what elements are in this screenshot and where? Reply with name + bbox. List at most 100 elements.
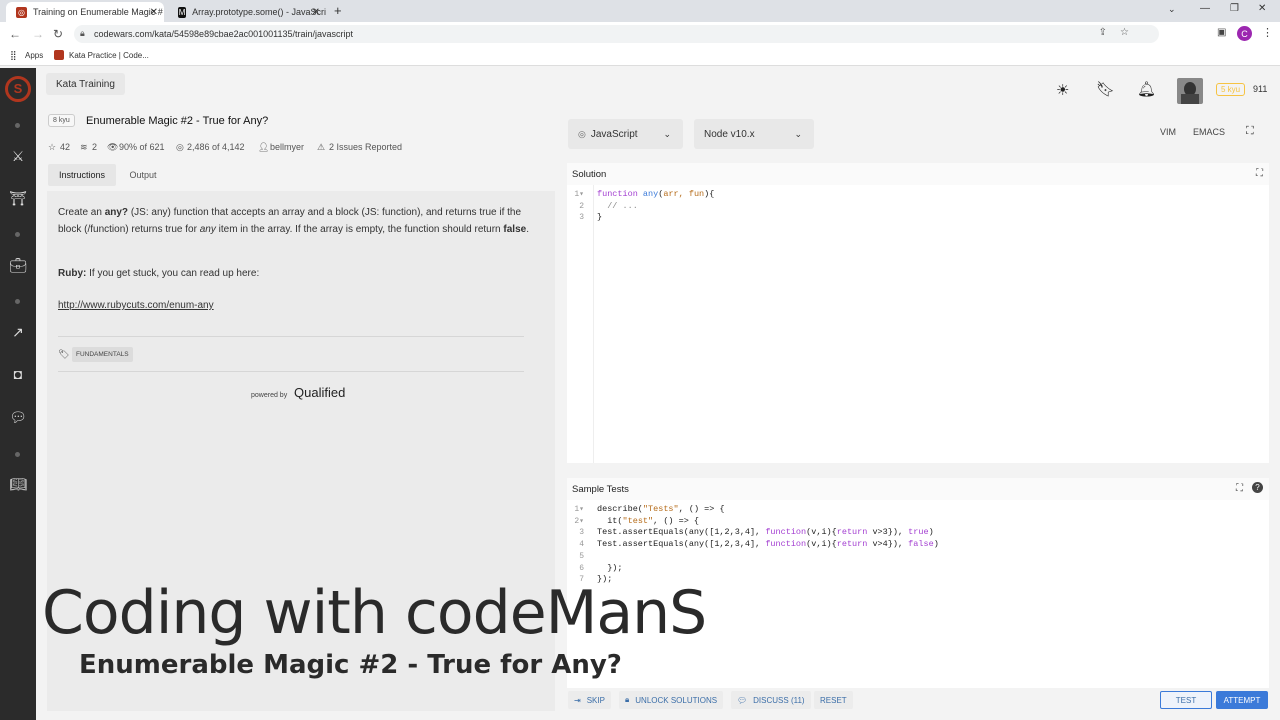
- reload-icon[interactable]: ↻: [53, 27, 63, 41]
- satisfaction-icon: 👁︎: [107, 142, 119, 152]
- description-paragraph: Create an any? (JS: any) function that a…: [58, 204, 540, 238]
- emacs-mode-button[interactable]: EMACS: [1193, 127, 1225, 137]
- tests-code[interactable]: describe("Tests", () => { it("test", () …: [597, 504, 939, 586]
- completed-icon: ◎: [176, 142, 184, 152]
- line-number: 1▾ 2▾ 3 4 5 6 7: [574, 505, 584, 585]
- tag-fundamentals[interactable]: FUNDAMENTALS: [72, 347, 133, 362]
- sample-tests-label: Sample Tests: [572, 484, 629, 495]
- close-window-icon[interactable]: ✕: [1258, 3, 1266, 14]
- sidebar-item-practice-icon[interactable]: ⚔: [0, 148, 36, 165]
- app-header: Kata Training ☀ 🔖︎ 🔔︎ 5 kyu 911: [36, 68, 1280, 112]
- author-link[interactable]: bellmyer: [270, 142, 304, 152]
- help-icon[interactable]: ?: [1252, 482, 1263, 493]
- ruby-paragraph: Ruby: If you get stuck, you can read up …: [58, 268, 259, 279]
- fullscreen-icon[interactable]: ⛶: [1246, 125, 1254, 138]
- solution-code[interactable]: function any(arr, fun){ // ... }: [597, 189, 714, 224]
- bookmark-apps[interactable]: Apps: [25, 51, 43, 60]
- share-icon[interactable]: ⇪: [1099, 27, 1107, 38]
- solution-panel: Solution ⛶ 1▾ 2 3 function any(arr, fun)…: [567, 163, 1269, 463]
- theme-toggle-icon[interactable]: ☀: [1056, 81, 1069, 99]
- desc-text: .: [526, 224, 529, 235]
- qualified-logo[interactable]: Qualified: [294, 385, 345, 400]
- tab-output[interactable]: Output: [116, 164, 170, 186]
- star-icon[interactable]: ☆: [48, 142, 56, 153]
- sidebar-item-leaders-icon[interactable]: ↗: [0, 324, 36, 341]
- language-select[interactable]: ◎ JavaScript ⌄: [568, 119, 683, 149]
- desc-text: Create an: [58, 207, 105, 218]
- sidebar-separator: [15, 123, 20, 128]
- bookmarks-icon[interactable]: 🔖︎: [1096, 80, 1115, 98]
- line-number: 1▾ 2 3: [574, 190, 584, 223]
- codewars-favicon-icon: ◎: [16, 6, 27, 18]
- browser-tab[interactable]: M Array.prototype.some() - JavaScri ✕: [168, 2, 326, 22]
- discuss-label: DISCUSS (11): [753, 695, 805, 705]
- close-tab-icon[interactable]: ✕: [312, 7, 320, 18]
- language-icon: ◎: [578, 128, 586, 139]
- forward-icon[interactable]: →: [32, 27, 44, 41]
- new-tab-icon[interactable]: +: [334, 3, 342, 18]
- discuss-button[interactable]: 💬︎ DISCUSS (11): [731, 691, 811, 709]
- ruby-text: If you get stuck, you can read up here:: [86, 268, 260, 279]
- divider: [58, 336, 524, 337]
- page-title: Kata Training: [46, 73, 125, 95]
- sidebar-item-dojo-icon[interactable]: ⛩: [0, 190, 36, 207]
- divider: [58, 371, 524, 372]
- chevron-down-icon: ⌄: [663, 128, 671, 139]
- skip-label: SKIP: [586, 695, 605, 705]
- desc-code: any?: [104, 207, 129, 218]
- back-icon[interactable]: ←: [9, 27, 21, 41]
- runtime-select[interactable]: Node v10.x ⌄: [694, 119, 814, 149]
- browser-tab-bar: ◎ Training on Enumerable Magic # ✕ M Arr…: [0, 0, 1280, 22]
- sidebar-separator: [15, 452, 20, 457]
- episode-overlay-subtitle: Enumerable Magic #2 - True for Any?: [79, 650, 622, 680]
- completed-count: 2,486 of 4,142: [187, 142, 245, 152]
- restore-icon[interactable]: ❐: [1230, 3, 1239, 14]
- stars-count: 42: [60, 142, 71, 152]
- desc-emphasis: any: [199, 224, 216, 235]
- reset-button[interactable]: RESET: [814, 691, 853, 709]
- solution-editor[interactable]: 1▾ 2 3 function any(arr, fun){ // ... }: [567, 185, 1269, 463]
- reference-link[interactable]: http://www.rubycuts.com/enum-any: [58, 300, 214, 311]
- sidepanel-icon[interactable]: ▣: [1217, 27, 1226, 38]
- notifications-bell-icon[interactable]: 🔔︎: [1137, 80, 1156, 98]
- runtime-value: Node v10.x: [704, 128, 755, 140]
- minimize-icon[interactable]: —: [1200, 3, 1210, 14]
- mdn-favicon-icon: M: [178, 6, 187, 18]
- sidebar-item-docs-icon[interactable]: 📖︎: [0, 476, 36, 493]
- kyu-badge: 8 kyu: [48, 114, 75, 127]
- lock-icon: 🔒︎: [80, 28, 85, 38]
- channel-overlay-title: Coding with codeManS: [42, 578, 707, 648]
- test-button[interactable]: TEST: [1160, 691, 1212, 709]
- codewars-logo-icon[interactable]: S: [5, 76, 31, 102]
- unlock-label: UNLOCK SOLUTIONS: [635, 695, 718, 705]
- sidebar-item-jobs-icon[interactable]: 💼︎: [0, 257, 36, 274]
- sidebar-item-chat-icon[interactable]: 💬︎: [0, 409, 36, 426]
- bookmark-kata-practice[interactable]: Kata Practice | Code...: [69, 51, 149, 60]
- attempt-button[interactable]: ATTEMPT: [1216, 691, 1268, 709]
- satisfaction-rating: 90% of 621: [119, 142, 165, 152]
- author-icon: 👤︎: [258, 142, 270, 152]
- bookmark-star-icon[interactable]: ☆: [1120, 27, 1129, 38]
- expand-icon[interactable]: ⛶: [1256, 168, 1263, 179]
- tab-instructions[interactable]: Instructions: [48, 164, 116, 186]
- close-tab-icon[interactable]: ✕: [150, 7, 158, 18]
- tab-title: Training on Enumerable Magic #: [33, 7, 163, 17]
- collections-icon[interactable]: ≋: [80, 142, 88, 153]
- menu-dots-icon[interactable]: ⋮: [1262, 26, 1273, 39]
- sidebar-item-discord-icon[interactable]: ◘: [0, 366, 36, 382]
- vim-mode-button[interactable]: VIM: [1160, 127, 1176, 137]
- skip-button[interactable]: ⇥ SKIP: [568, 691, 611, 709]
- url-field[interactable]: 🔒︎ codewars.com/kata/54598e89cbae2ac0010…: [74, 25, 1159, 43]
- sidebar-separator: [15, 232, 20, 237]
- collections-count: 2: [92, 142, 98, 152]
- apps-grid-icon: ⣿: [10, 50, 17, 60]
- avatar[interactable]: [1177, 78, 1203, 104]
- browser-tab-active[interactable]: ◎ Training on Enumerable Magic # ✕: [6, 2, 164, 22]
- tab-search-icon[interactable]: ⌄: [1168, 4, 1176, 15]
- expand-icon[interactable]: ⛶: [1236, 483, 1243, 494]
- issues-link[interactable]: 2 Issues Reported: [329, 142, 402, 152]
- warning-icon: ⚠: [317, 142, 326, 152]
- profile-avatar[interactable]: C: [1237, 26, 1252, 41]
- unlock-solutions-button[interactable]: 🔒︎ UNLOCK SOLUTIONS: [619, 691, 724, 709]
- tab-title: Array.prototype.some() - JavaScri: [192, 7, 326, 17]
